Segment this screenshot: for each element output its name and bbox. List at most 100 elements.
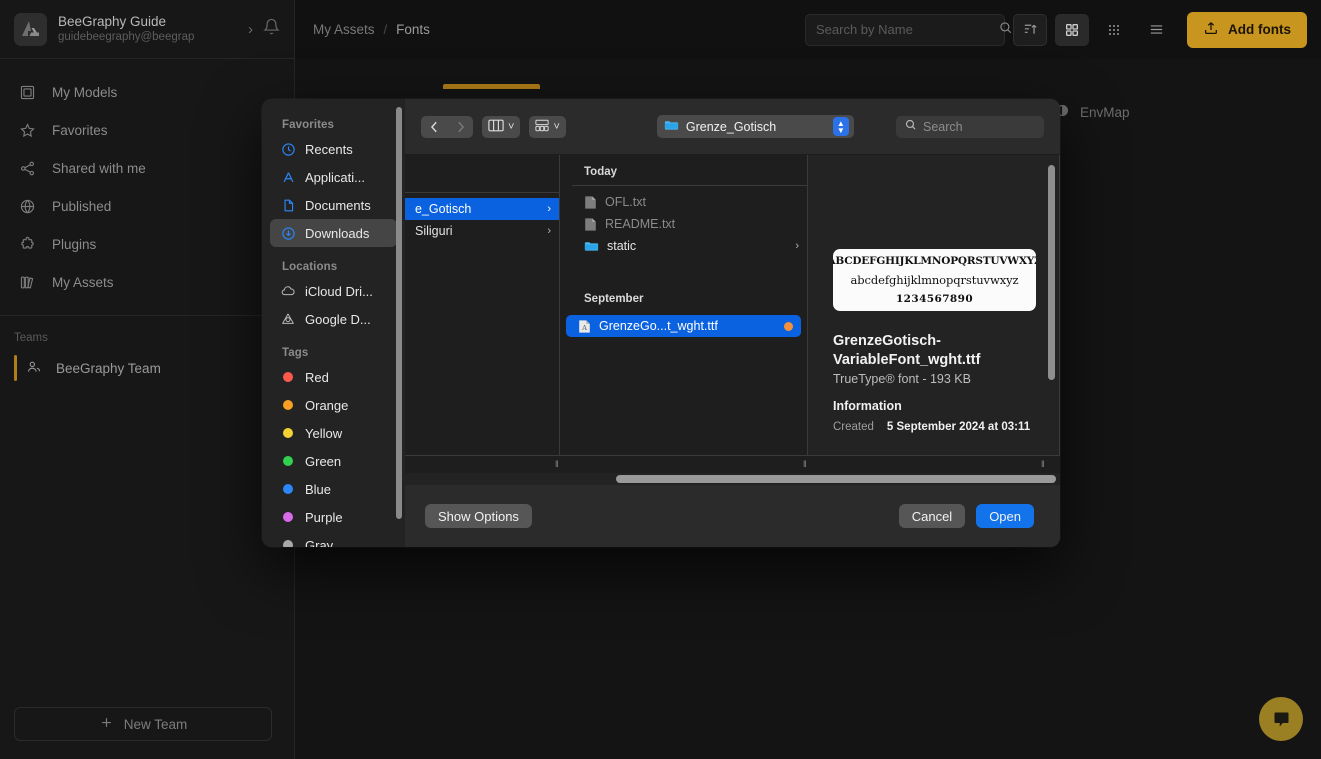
tag-dot-icon	[283, 540, 293, 547]
horizontal-scrollbar-track[interactable]	[405, 473, 1060, 485]
favorites-header: Favorites	[262, 113, 405, 135]
google-drive-icon	[280, 311, 296, 327]
breadcrumb-current[interactable]: Fonts	[396, 22, 430, 37]
cube-icon	[18, 83, 36, 101]
back-button[interactable]	[421, 116, 447, 138]
show-options-button[interactable]: Show Options	[425, 504, 532, 528]
group-header-september: September	[560, 287, 807, 311]
account-text: BeeGraphy Guide guidebeegraphy@beegrap	[58, 14, 242, 45]
column-resize-grip[interactable]: ‖	[555, 459, 564, 469]
tag-item-blue[interactable]: Blue	[270, 475, 397, 503]
cancel-button[interactable]: Cancel	[899, 504, 965, 528]
add-fonts-label: Add fonts	[1228, 22, 1291, 37]
dialog-search-box[interactable]	[896, 116, 1044, 138]
font-sample-uppercase: ABCDEFGHIJKLMNOPQRSTUVWXYZ	[833, 255, 1036, 267]
sidebar-item-label: Shared with me	[52, 161, 146, 176]
disclosure-arrow-icon: ›	[547, 225, 551, 237]
font-file-icon: A	[578, 319, 591, 334]
disclosure-arrow-icon: ›	[547, 203, 551, 215]
upload-icon	[1203, 20, 1219, 39]
list-icon[interactable]	[1139, 14, 1173, 46]
path-popup-button[interactable]: Grenze_Gotisch ▲▼	[657, 115, 854, 138]
sidebar-item-downloads[interactable]: Downloads	[270, 219, 397, 247]
group-chevron-down-icon: ˅	[553, 121, 559, 133]
search-input[interactable]	[816, 22, 992, 37]
tag-dot-icon	[784, 322, 793, 331]
account-switcher[interactable]: BeeGraphy Guide guidebeegraphy@beegrap ›	[0, 0, 294, 59]
column-resize-grip[interactable]: ‖	[1041, 459, 1050, 469]
sidebar-item-label: Plugins	[52, 237, 96, 252]
sidebar-item-label: Favorites	[52, 123, 108, 138]
file-row-label: README.txt	[605, 217, 675, 231]
tag-item-yellow[interactable]: Yellow	[270, 419, 397, 447]
plus-icon	[99, 715, 114, 733]
file-row-readme-txt[interactable]: README.txt	[560, 213, 807, 235]
sidebar-item-label: Published	[52, 199, 111, 214]
dialog-search-input[interactable]	[923, 120, 1060, 134]
sidebar-item-beegraphy-team[interactable]: BeeGraphy Team	[0, 350, 294, 386]
sidebar-item-documents[interactable]: Documents	[270, 191, 397, 219]
dialog-footer: Show Options Cancel Open	[405, 485, 1060, 547]
tag-dot-icon	[283, 484, 293, 494]
file-row-label: OFL.txt	[605, 195, 646, 209]
breadcrumb-root[interactable]: My Assets	[313, 22, 375, 37]
tag-label: Red	[305, 370, 329, 385]
sidebar-item-my-models[interactable]: My Models	[0, 73, 294, 111]
group-by-icon	[535, 119, 549, 135]
sidebar-item-my-assets[interactable]: My Assets	[0, 263, 294, 301]
grid-large-icon[interactable]	[1055, 14, 1089, 46]
file-preview-panel: ABCDEFGHIJKLMNOPQRSTUVWXYZ abcdefghijklm…	[808, 155, 1059, 455]
file-row-ofl-txt[interactable]: OFL.txt	[560, 191, 807, 213]
view-mode-button[interactable]: ˅	[482, 116, 520, 138]
chevron-right-icon[interactable]: ›	[242, 21, 259, 38]
chat-bubble-icon[interactable]	[1259, 697, 1303, 741]
active-tab-indicator	[443, 84, 540, 89]
teams-section-label: Teams	[0, 316, 294, 350]
text-file-icon	[584, 217, 597, 232]
preview-scrollbar[interactable]	[1048, 165, 1055, 380]
sidebar-item-icloud-drive[interactable]: iCloud Dri...	[270, 277, 397, 305]
sidebar-item-google-drive[interactable]: Google D...	[270, 305, 397, 333]
horizontal-scrollbar-thumb[interactable]	[616, 475, 1056, 483]
column-row-grenze-gotisch[interactable]: e_Gotisch ›	[405, 198, 559, 220]
new-team-button[interactable]: New Team	[14, 707, 272, 741]
tag-item-red[interactable]: Red	[270, 363, 397, 391]
tag-item-orange[interactable]: Orange	[270, 391, 397, 419]
new-team-label: New Team	[124, 717, 188, 732]
folder-row-label: static	[607, 239, 636, 253]
sidebar-item-recents[interactable]: Recents	[270, 135, 397, 163]
font-sample-digits: 1234567890	[896, 293, 973, 305]
open-button[interactable]: Open	[976, 504, 1034, 528]
tag-dot-icon	[283, 372, 293, 382]
forward-button[interactable]	[447, 116, 473, 138]
sidebar-item-plugins[interactable]: Plugins	[0, 225, 294, 263]
tag-item-gray[interactable]: Gray	[270, 531, 397, 547]
top-bar: My Assets / Fonts	[295, 0, 1321, 59]
preview-file-name: GrenzeGotisch-VariableFont_wght.ttf	[833, 332, 993, 370]
beegraphy-logo-icon	[14, 13, 47, 46]
column-resize-grip[interactable]: ‖	[803, 459, 812, 469]
sidebar-item-published[interactable]: Published	[0, 187, 294, 225]
folder-row-static[interactable]: static ›	[560, 235, 807, 257]
group-divider	[572, 185, 807, 186]
sidebar-item-favorites[interactable]: Favorites	[0, 111, 294, 149]
notification-bell-icon[interactable]	[263, 18, 280, 40]
sidebar-item-shared-with-me[interactable]: Shared with me	[0, 149, 294, 187]
column-row-siliguri[interactable]: Siliguri ›	[405, 220, 559, 242]
column-view-icon	[488, 119, 504, 135]
group-by-button[interactable]: ˅	[529, 116, 565, 138]
file-row-grenze-gotisch-ttf[interactable]: A GrenzeGo...t_wght.ttf	[566, 315, 801, 337]
sidebar-scrollbar[interactable]	[396, 107, 402, 519]
add-fonts-button[interactable]: Add fonts	[1187, 12, 1307, 48]
footer-actions: Cancel Open	[899, 504, 1034, 528]
search-by-name-box[interactable]	[805, 14, 1005, 46]
sidebar-item-applications[interactable]: Applicati...	[270, 163, 397, 191]
tag-dot-icon	[283, 428, 293, 438]
grid-dots-icon[interactable]	[1097, 14, 1131, 46]
sidebar-item-label: Downloads	[305, 226, 369, 241]
tag-item-green[interactable]: Green	[270, 447, 397, 475]
tag-label: Orange	[305, 398, 348, 413]
sort-ascending-icon[interactable]	[1013, 14, 1047, 46]
envmap-item[interactable]: EnvMap	[1055, 103, 1130, 121]
tag-item-purple[interactable]: Purple	[270, 503, 397, 531]
